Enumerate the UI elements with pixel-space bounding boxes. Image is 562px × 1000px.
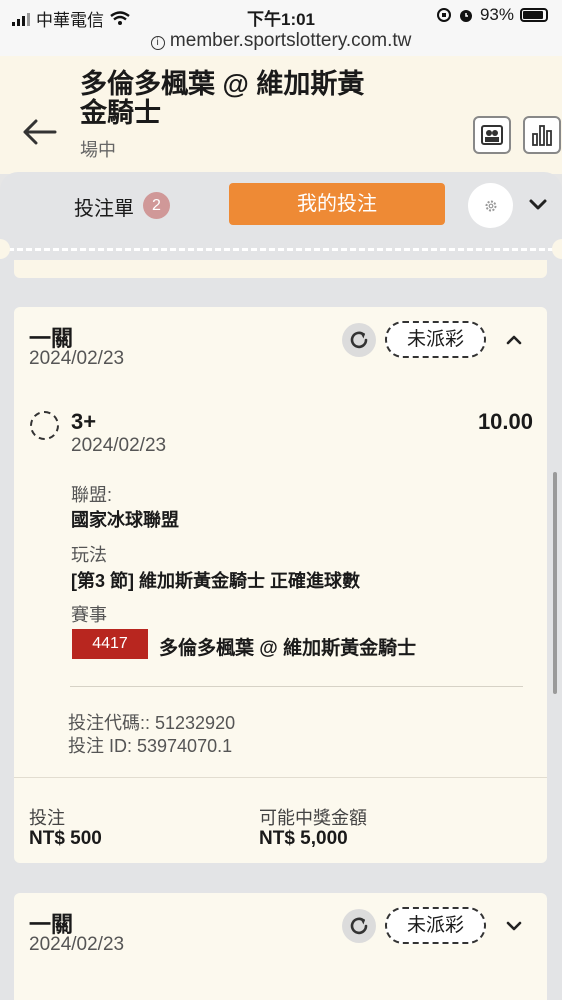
match-header: 多倫多楓葉 @ 維加斯黃金騎士 場中 xyxy=(0,56,562,174)
divider xyxy=(70,686,523,687)
info-icon: i xyxy=(150,36,165,50)
alarm-icon xyxy=(459,10,472,22)
url-bar[interactable]: i member.sportslottery.com.tw xyxy=(0,30,562,56)
match-title: 多倫多楓葉 @ 維加斯黃金騎士 xyxy=(80,69,365,128)
bet-date: 2024/02/23 xyxy=(29,934,125,955)
bet-summary: 投注 NT$ 500 可能中獎金額 NT$ 5,000 xyxy=(14,777,547,863)
status-bar: 中華電信 下午1:01 93% xyxy=(0,0,562,30)
selection-date: 2024/02/23 xyxy=(71,435,167,456)
url-text: member.sportslottery.com.tw xyxy=(169,30,412,51)
event-label: 賽事 xyxy=(71,605,107,625)
betslip-tabbar: 投注單 2 我的投注 xyxy=(0,172,562,238)
refresh-icon xyxy=(350,917,368,935)
lock-rotation-icon xyxy=(436,8,451,22)
selection-name: 3+ xyxy=(71,409,97,434)
status-badge: 未派彩 xyxy=(385,321,486,358)
event-code-tag: 4417 xyxy=(72,629,148,659)
lineup-icon xyxy=(481,125,503,145)
my-bets-button[interactable]: 我的投注 xyxy=(229,183,445,225)
refresh-button[interactable] xyxy=(342,909,376,943)
payout-label: 可能中獎金額 xyxy=(259,808,367,828)
refresh-button[interactable] xyxy=(342,323,376,357)
stats-button[interactable] xyxy=(523,116,561,154)
bet-card: 一關 2024/02/23 未派彩 xyxy=(14,893,547,1000)
ticket-notch xyxy=(552,239,562,259)
chevron-up-icon[interactable] xyxy=(503,329,525,351)
chevron-down-icon[interactable] xyxy=(526,192,550,216)
chevron-down-icon[interactable] xyxy=(503,915,525,937)
event-name: 多倫多楓葉 @ 維加斯黃金騎士 xyxy=(159,638,417,659)
betslip-panel: 投注單 2 我的投注 一關 2024/02/23 未派彩 3+ 10.00 20… xyxy=(0,172,562,1000)
stats-icon xyxy=(532,125,552,146)
ticket-notch xyxy=(0,239,10,259)
match-status: 場中 xyxy=(80,140,116,160)
betslip-tab[interactable]: 投注單 xyxy=(74,192,134,221)
card-strip xyxy=(14,260,547,278)
bet-date: 2024/02/23 xyxy=(29,348,125,369)
divider xyxy=(8,248,554,251)
selection-odds: 10.00 xyxy=(477,409,533,434)
lineup-button[interactable] xyxy=(473,116,511,154)
stake-value: NT$ 500 xyxy=(29,828,102,849)
back-arrow-icon[interactable] xyxy=(22,116,58,155)
selection-status-icon xyxy=(30,411,59,440)
battery-icon xyxy=(520,8,548,22)
status-badge: 未派彩 xyxy=(385,907,486,944)
payout-value: NT$ 5,000 xyxy=(259,828,348,849)
settings-button[interactable] xyxy=(468,183,513,228)
bet-id: 投注 ID: 53974070.1 xyxy=(68,736,233,756)
league-label: 聯盟: xyxy=(71,485,113,505)
league-value: 國家冰球聯盟 xyxy=(71,510,179,530)
gear-icon xyxy=(485,200,496,211)
betslip-count-badge: 2 xyxy=(143,192,170,219)
market-value: [第3 節] 維加斯黃金騎士 正確進球數 xyxy=(71,571,361,591)
battery-percent: 93% xyxy=(479,5,514,24)
scrollbar[interactable] xyxy=(553,472,557,694)
market-label: 玩法 xyxy=(71,545,107,565)
refresh-icon xyxy=(350,331,368,349)
bet-card: 一關 2024/02/23 未派彩 3+ 10.00 2024/02/23 聯盟… xyxy=(14,307,547,863)
stake-label: 投注 xyxy=(29,808,65,828)
